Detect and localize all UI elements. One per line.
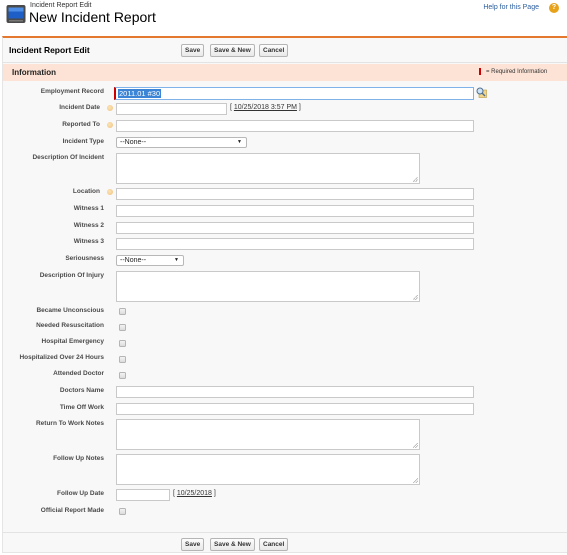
save-button-bottom[interactable]: Save — [181, 538, 205, 551]
section-header — [3, 64, 567, 81]
attended-doctor-checkbox[interactable] — [119, 372, 126, 379]
incident-date-label: Incident Date — [59, 104, 100, 111]
follow-up-date-input[interactable] — [116, 489, 170, 501]
hospitalized-over-24-label: Hospitalized Over 24 Hours — [19, 354, 104, 361]
description-of-injury-label: Description Of Injury — [39, 272, 104, 279]
hospital-emergency-label: Hospital Emergency — [41, 338, 105, 345]
seriousness-label: Seriousness — [65, 255, 104, 262]
incident-report-icon — [6, 5, 26, 23]
follow-up-date-link[interactable]: 10/25/2018 — [177, 490, 212, 497]
cancel-button-bottom[interactable]: Cancel — [259, 538, 289, 551]
dropdown-arrow-icon: ▼ — [174, 257, 179, 263]
location-label: Location — [72, 188, 100, 195]
incident-date-input[interactable] — [116, 103, 227, 115]
became-unconscious-checkbox[interactable] — [119, 308, 126, 315]
follow-up-date-today-link[interactable]: [ 10/25/2018 ] — [173, 490, 216, 497]
dropdown-arrow-icon: ▼ — [237, 139, 242, 145]
hospitalized-over-24-checkbox[interactable] — [119, 356, 126, 363]
reported-to-input[interactable] — [116, 120, 474, 132]
incident-type-label: Incident Type — [62, 138, 104, 145]
witness-3-input[interactable] — [116, 238, 474, 250]
incident-type-selected: --None-- — [120, 139, 147, 146]
follow-up-notes-textarea[interactable] — [116, 454, 420, 485]
follow-up-notes-label: Follow Up Notes — [53, 455, 104, 462]
section-title: Information — [12, 68, 56, 77]
witness-3-label: Witness 3 — [73, 238, 104, 245]
reported-to-label: Reported To — [62, 121, 100, 128]
help-link[interactable]: Help for this Page — [483, 4, 539, 11]
incident-type-select[interactable]: --None-- ▼ — [116, 137, 247, 148]
seriousness-selected: --None-- — [120, 257, 147, 264]
help-bubble-icon[interactable] — [107, 122, 113, 128]
lookup-icon[interactable] — [476, 87, 487, 98]
witness-2-input[interactable] — [116, 222, 474, 234]
witness-2-label: Witness 2 — [73, 222, 104, 229]
save-and-new-button[interactable]: Save & New — [210, 44, 255, 57]
description-of-injury-textarea[interactable] — [116, 271, 420, 302]
needed-resuscitation-label: Needed Resuscitation — [36, 322, 104, 329]
help-bubble-icon[interactable] — [107, 189, 113, 195]
seriousness-select[interactable]: --None-- ▼ — [116, 255, 184, 266]
page-title: New Incident Report — [29, 9, 156, 25]
became-unconscious-label: Became Unconscious — [36, 307, 104, 314]
save-button[interactable]: Save — [181, 44, 205, 57]
needed-resuscitation-checkbox[interactable] — [119, 324, 126, 331]
description-of-incident-label: Description Of Incident — [32, 154, 104, 161]
official-report-made-checkbox[interactable] — [119, 508, 126, 515]
hospital-emergency-checkbox[interactable] — [119, 340, 126, 347]
location-input[interactable] — [116, 188, 474, 200]
time-off-work-label: Time Off Work — [59, 404, 104, 411]
return-to-work-notes-label: Return To Work Notes — [35, 420, 104, 427]
panel-title: Incident Report Edit — [9, 45, 90, 55]
description-of-incident-textarea[interactable] — [116, 153, 420, 184]
save-and-new-button-bottom[interactable]: Save & New — [210, 538, 255, 551]
follow-up-date-label: Follow Up Date — [57, 490, 104, 497]
doctors-name-input[interactable] — [116, 386, 474, 398]
incident-date-now-link[interactable]: [ 10/25/2018 3:57 PM ] — [230, 104, 301, 111]
incident-date-link[interactable]: 10/25/2018 3:57 PM — [234, 104, 297, 111]
divider — [3, 532, 567, 533]
employment-record-input[interactable]: 2011.01 #30 — [114, 87, 474, 100]
witness-1-label: Witness 1 — [73, 205, 104, 212]
return-to-work-notes-textarea[interactable] — [116, 419, 420, 450]
attended-doctor-label: Attended Doctor — [53, 370, 104, 377]
time-off-work-input[interactable] — [116, 403, 474, 415]
page-subtitle: Incident Report Edit — [30, 2, 92, 9]
required-legend: = Required Information — [486, 68, 548, 75]
help-icon[interactable]: ? — [549, 3, 559, 13]
divider — [3, 62, 567, 63]
witness-1-input[interactable] — [116, 205, 474, 217]
official-report-made-label: Official Report Made — [40, 507, 104, 514]
help-bubble-icon[interactable] — [107, 105, 113, 111]
doctors-name-label: Doctors Name — [59, 387, 104, 394]
cancel-button[interactable]: Cancel — [259, 44, 289, 57]
employment-record-value: 2011.01 #30 — [118, 89, 162, 98]
required-marker-icon — [479, 68, 481, 75]
employment-record-label: Employment Record — [40, 88, 104, 95]
